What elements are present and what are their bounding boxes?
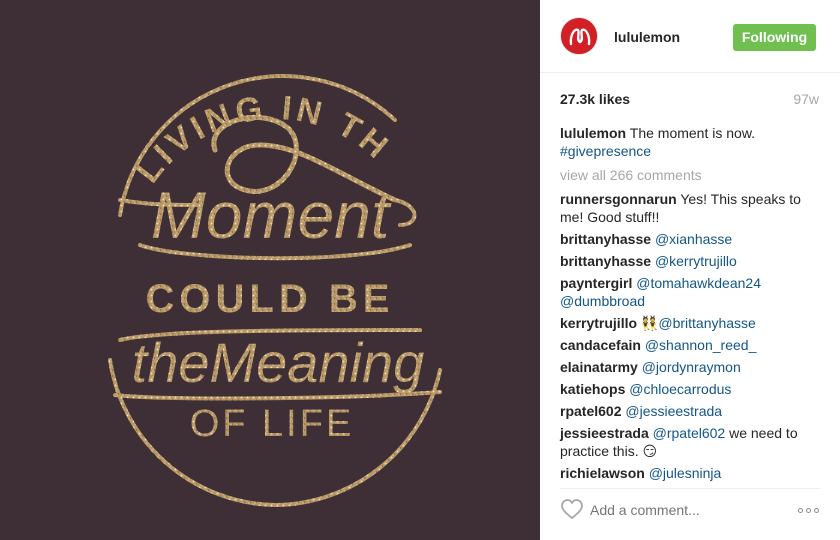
image-text-line5: OF LIFE [190, 403, 355, 445]
likes-count[interactable]: 27.3k likes [560, 91, 630, 107]
comment-username[interactable]: runnersgonnarun [560, 191, 677, 207]
comment-item: jessieestrada @rpatel602 we need to prac… [560, 424, 824, 460]
lululemon-logo-icon [561, 18, 597, 54]
caption-username[interactable]: lululemon [560, 125, 626, 141]
post-stats: 27.3k likes 97w [560, 90, 820, 112]
comment-username[interactable]: richielawson [560, 465, 645, 481]
comment-item: candacefain @shannon_reed_ [560, 336, 824, 354]
comment-item: rpatel602 @jessieestrada [560, 402, 824, 420]
post-image[interactable]: LIVING IN THE Moment COULD BE theMeaning… [0, 0, 540, 540]
comment-mention[interactable]: @chloecarrodus [629, 381, 731, 397]
comment-item: kerrytrujillo 👯@brittanyhasse [560, 314, 824, 332]
caption-hashtag[interactable]: #givepresence [560, 143, 651, 159]
comment-username[interactable]: rpatel602 [560, 403, 621, 419]
image-text-line3: COULD BE [146, 277, 395, 321]
following-button[interactable]: Following [733, 24, 816, 51]
dancers-emoji: 👯 [640, 315, 659, 331]
caption-text: The moment is now. [629, 125, 756, 141]
comment-mention[interactable]: @rpatel602 [653, 425, 726, 441]
post-age[interactable]: 97w [793, 91, 819, 107]
post-caption: lululemon The moment is now. #givepresen… [560, 124, 824, 160]
comment-username[interactable]: elainatarmy [560, 359, 638, 375]
comment-item: katiehops @chloecarrodus [560, 380, 824, 398]
comment-username[interactable]: kerrytrujillo [560, 315, 637, 331]
heart-icon[interactable] [560, 498, 584, 520]
comment-item: richielawson @julesninja [560, 464, 824, 482]
post-footer [560, 488, 820, 540]
post-username[interactable]: lululemon [614, 29, 680, 45]
comment-mention[interactable]: @xianhasse [655, 231, 732, 247]
post-header: lululemon Following [540, 0, 840, 73]
image-text-line4: theMeaning [132, 331, 425, 394]
comment-item: brittanyhasse @xianhasse [560, 230, 824, 248]
comment-username[interactable]: candacefain [560, 337, 641, 353]
comment-item: runnersgonnarun Yes! This speaks to me! … [560, 190, 824, 226]
comment-mention[interactable]: @jordynraymon [642, 359, 741, 375]
comment-username[interactable]: jessieestrada [560, 425, 649, 441]
comment-username[interactable]: katiehops [560, 381, 625, 397]
comment-item: elainatarmy @jordynraymon [560, 358, 824, 376]
swirl-right [393, 198, 417, 227]
comments-list: lululemon The moment is now. #givepresen… [560, 124, 824, 486]
comment-mention[interactable]: @kerrytrujillo [655, 253, 737, 269]
comment-mention[interactable]: @brittanyhasse [658, 315, 755, 331]
more-options-icon[interactable] [798, 508, 820, 514]
comment-item: brittanyhasse @kerrytrujillo [560, 252, 824, 270]
add-comment-input[interactable] [590, 502, 790, 518]
comment-mention[interactable]: @jessieestrada [625, 403, 722, 419]
comment-username[interactable]: brittanyhasse [560, 231, 651, 247]
comment-username[interactable]: brittanyhasse [560, 253, 651, 269]
image-text-line1: LIVING IN THE [0, 0, 398, 190]
comment-mention[interactable]: @shannon_reed_ [645, 337, 757, 353]
post-image-artwork: LIVING IN THE Moment COULD BE theMeaning… [0, 0, 442, 508]
comment-username[interactable]: payntergirl [560, 275, 632, 291]
comment-mention[interactable]: @julesninja [649, 465, 722, 481]
view-all-comments-link[interactable]: view all 266 comments [560, 166, 824, 184]
avatar[interactable] [560, 17, 598, 55]
image-text-line2: Moment [151, 178, 392, 252]
post-sidebar: lululemon Following 27.3k likes 97w lulu… [540, 0, 840, 540]
comment-item: payntergirl @tomahawkdean24 @dumbbroad [560, 274, 824, 310]
